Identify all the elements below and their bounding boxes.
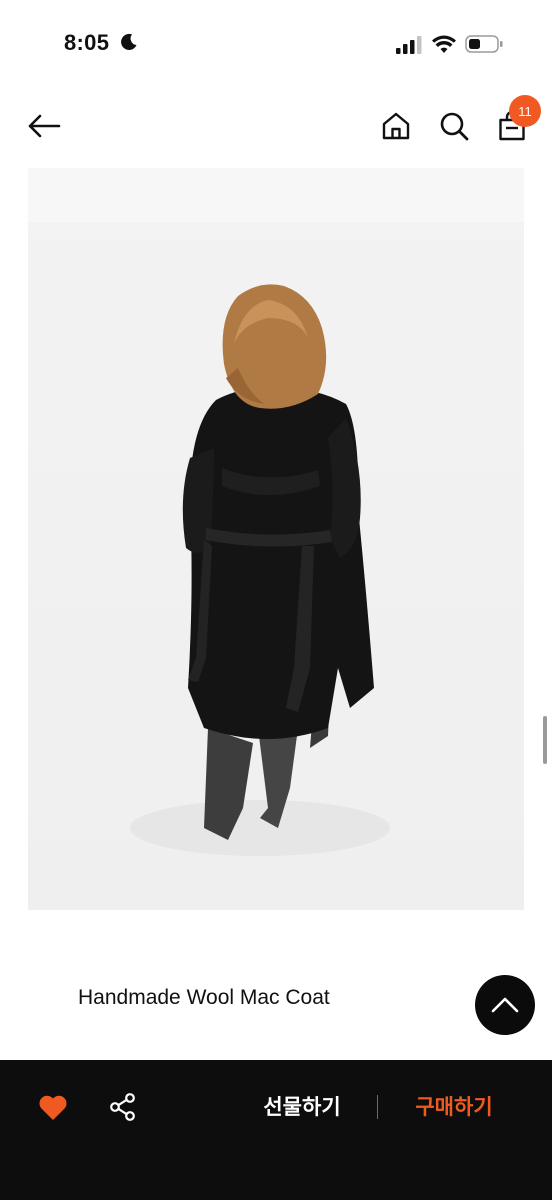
signal-icon: [396, 36, 422, 54]
battery-icon: [465, 35, 503, 53]
divider: [377, 1095, 378, 1119]
status-bar: 8:05: [0, 0, 552, 90]
back-arrow-icon: [28, 114, 61, 138]
search-icon: [440, 112, 469, 141]
home-icon: [382, 112, 410, 140]
product-title: Handmade Wool Mac Coat: [78, 986, 330, 1009]
wifi-icon: [432, 35, 456, 53]
bottom-action-bar: 선물하기 구매하기: [0, 1060, 552, 1200]
chevron-up-icon: [491, 997, 519, 1013]
product-photo-coat: [130, 284, 390, 856]
product-image[interactable]: [28, 168, 524, 910]
buy-button[interactable]: 구매하기: [398, 1092, 510, 1122]
like-button[interactable]: [36, 1090, 70, 1124]
scroll-to-top-button[interactable]: [475, 975, 535, 1035]
share-icon: [110, 1093, 135, 1121]
top-navigation: [0, 96, 552, 158]
home-button[interactable]: [376, 106, 416, 146]
status-time: 8:05: [64, 30, 110, 55]
search-button[interactable]: [434, 106, 474, 146]
gift-button[interactable]: 선물하기: [246, 1092, 358, 1122]
share-button[interactable]: [106, 1090, 140, 1124]
heart-icon: [39, 1095, 67, 1120]
back-button[interactable]: [24, 106, 64, 146]
cart-count-badge: 11: [509, 95, 541, 127]
scrollbar[interactable]: [543, 716, 547, 764]
moon-icon: [121, 33, 137, 50]
